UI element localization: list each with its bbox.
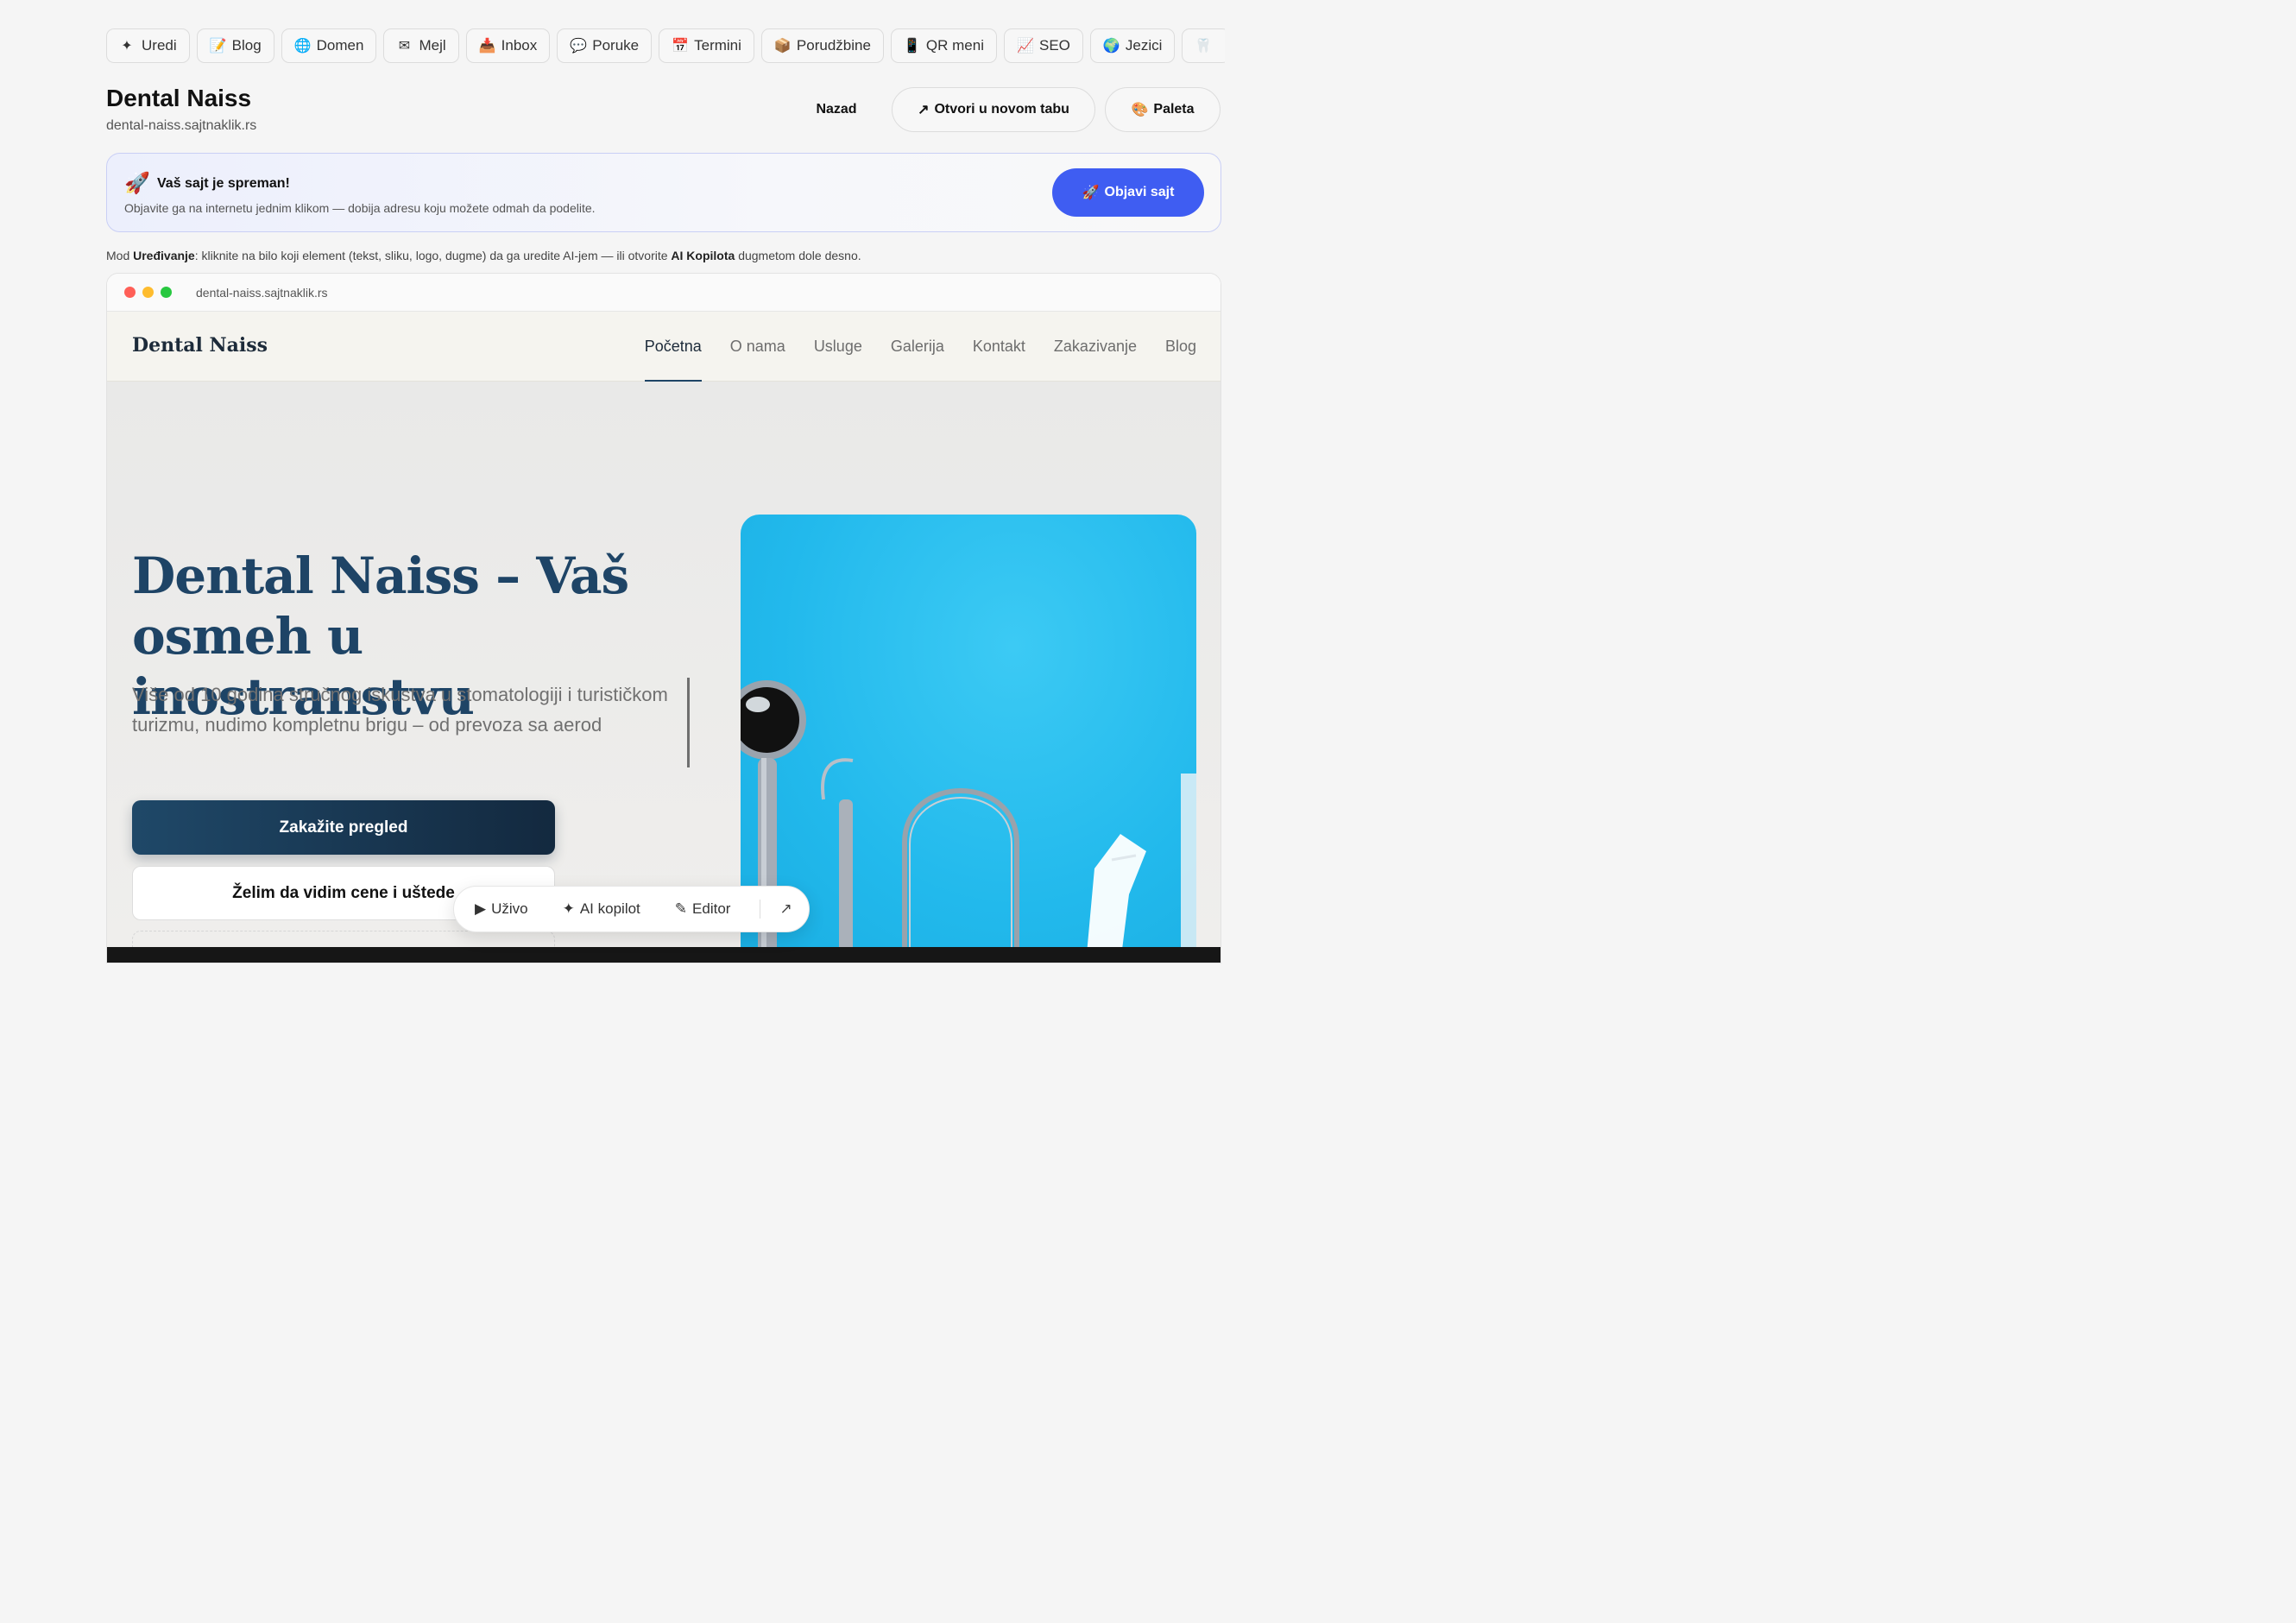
editor-label: Editor	[692, 900, 731, 917]
chart-increasing-icon: 📈	[1017, 39, 1034, 54]
pencil-icon: ✎	[674, 900, 688, 917]
publish-banner: 🚀 Vaš sajt je spreman! Objavite ga na in…	[106, 153, 1221, 232]
hint-middle: : kliknite na bilo koji element (tekst, …	[194, 249, 672, 262]
tab-termini[interactable]: 📅 Termini	[659, 28, 754, 63]
menu-item-o-nama[interactable]: O nama	[730, 312, 785, 382]
mobile-phone-icon: 📱	[903, 39, 921, 54]
tool-tabs: ✦ Uredi 📝 Blog 🌐 Domen ✉ Mejl 📥 Inbox 💬 Poruke…	[106, 28, 1225, 63]
publish-label: Objavi sajt	[1104, 185, 1175, 199]
menu-item-blog[interactable]: Blog	[1165, 312, 1196, 382]
calendar-icon: 📅	[672, 39, 690, 54]
browser-chrome: dental-naiss.sajtnaklik.rs	[107, 274, 1221, 312]
tab-label: Domen	[316, 37, 364, 54]
palette-button[interactable]: 🎨 Paleta	[1105, 87, 1221, 132]
book-appointment-button[interactable]: Zakažite pregled	[132, 800, 555, 855]
menu-item-zakazivanje[interactable]: Zakazivanje	[1054, 312, 1137, 382]
tab-label: Inbox	[501, 37, 538, 54]
dark-section-edge	[107, 947, 1221, 963]
hint-mode: Uređivanje	[133, 249, 195, 262]
tab-domen[interactable]: 🌐 Domen	[281, 28, 377, 63]
site-brand[interactable]: Dental Naiss	[132, 334, 268, 357]
hero-subtitle[interactable]: Više od 10 godina stručnog iskustva u st…	[132, 679, 684, 740]
tab-label: Porudžbine	[796, 37, 871, 54]
site-navbar: Dental Naiss Početna O nama Usluge Galer…	[107, 312, 1221, 382]
banner-subtitle: Objavite ga na internetu jednim klikom —…	[124, 201, 596, 215]
maximize-dot	[161, 287, 172, 298]
tab-inbox[interactable]: 📥 Inbox	[465, 28, 551, 63]
hero-image-dental-tools[interactable]	[741, 515, 1196, 955]
rocket-icon: 🚀	[1082, 186, 1100, 200]
play-icon: ▶	[475, 900, 487, 917]
tooth-icon: 🦷	[1195, 39, 1213, 54]
site-preview-frame: dental-naiss.sajtnaklik.rs Dental Naiss …	[106, 273, 1221, 963]
tab-poruke[interactable]: 💬 Poruke	[557, 28, 653, 63]
tab-tooth[interactable]: 🦷	[1182, 28, 1225, 63]
external-link-icon: ↗	[918, 103, 930, 117]
tab-label: QR meni	[925, 37, 984, 54]
site-url: dental-naiss.sajtnaklik.rs	[106, 118, 257, 133]
tab-jezici[interactable]: 🌍 Jezici	[1089, 28, 1176, 63]
tab-porudzbine[interactable]: 📦 Porudžbine	[760, 28, 884, 63]
sparkle-icon: ✦	[562, 900, 575, 917]
hint-copilot: AI Kopilota	[671, 249, 735, 262]
minimize-dot	[142, 287, 154, 298]
rocket-icon: 🚀	[124, 172, 150, 195]
edit-mode-hint: Mod Uređivanje: kliknite na bilo koji el…	[106, 249, 861, 262]
menu-item-usluge[interactable]: Usluge	[814, 312, 862, 382]
menu-item-kontakt[interactable]: Kontakt	[973, 312, 1025, 382]
palette-icon: 🎨	[1131, 103, 1149, 117]
tab-mejl[interactable]: ✉ Mejl	[383, 28, 459, 63]
package-icon: 📦	[773, 39, 792, 54]
tab-label: SEO	[1039, 37, 1070, 54]
publish-button[interactable]: 🚀 Objavi sajt	[1052, 168, 1204, 217]
globe-icon: 🌐	[293, 39, 312, 54]
open-new-tab-button[interactable]: ↗ Otvori u novom tabu	[892, 87, 1095, 132]
expand-icon[interactable]: ↗	[779, 900, 792, 918]
menu-item-pocetna[interactable]: Početna	[644, 312, 702, 382]
hero-section: Dental Naiss – Vaš osmeh u inostranstvu …	[107, 382, 1221, 963]
palette-label: Paleta	[1153, 102, 1195, 117]
tab-label: Mejl	[419, 37, 446, 54]
open-new-tab-label: Otvori u novom tabu	[934, 102, 1069, 117]
tab-seo[interactable]: 📈 SEO	[1004, 28, 1083, 63]
tab-label: Blog	[231, 37, 262, 54]
tab-label: Uredi	[142, 37, 177, 54]
live-label: Uživo	[491, 900, 528, 917]
text-cursor-bar	[687, 678, 690, 767]
hint-prefix: Mod	[106, 249, 134, 262]
banner-title: Vaš sajt je spreman!	[157, 176, 290, 191]
floating-toolbar: ▶ Uživo ✦ AI kopilot ✎ Editor ↗	[453, 886, 810, 932]
tab-qr-meni[interactable]: 📱 QR meni	[890, 28, 997, 63]
menu-item-galerija[interactable]: Galerija	[891, 312, 944, 382]
speech-bubble-icon: 💬	[570, 39, 588, 54]
tab-uredi[interactable]: ✦ Uredi	[106, 28, 190, 63]
tab-label: Poruke	[592, 37, 640, 54]
dental-tools-illustration	[741, 680, 1196, 955]
globe-earth-icon: 🌍	[1102, 39, 1120, 54]
preview-url: dental-naiss.sajtnaklik.rs	[196, 285, 328, 300]
tab-blog[interactable]: 📝 Blog	[196, 28, 274, 63]
live-button[interactable]: ▶ Uživo	[475, 900, 528, 918]
mail-icon: ✉	[398, 39, 411, 54]
ai-copilot-label: AI kopilot	[579, 900, 640, 917]
hint-suffix: dugmetom dole desno.	[735, 249, 861, 262]
tab-label: Termini	[694, 37, 741, 54]
page-title: Dental Naiss	[106, 85, 252, 111]
site-menu: Početna O nama Usluge Galerija Kontakt Z…	[644, 312, 1196, 382]
inbox-tray-icon: 📥	[478, 39, 496, 54]
editor-button[interactable]: ✎ Editor	[675, 900, 731, 918]
memo-icon: 📝	[209, 39, 227, 54]
ai-copilot-button[interactable]: ✦ AI kopilot	[563, 900, 640, 918]
tab-label: Jezici	[1125, 37, 1163, 54]
sparkle-icon: ✦	[121, 39, 133, 54]
back-button[interactable]: Nazad	[785, 87, 887, 132]
close-dot	[124, 287, 136, 298]
